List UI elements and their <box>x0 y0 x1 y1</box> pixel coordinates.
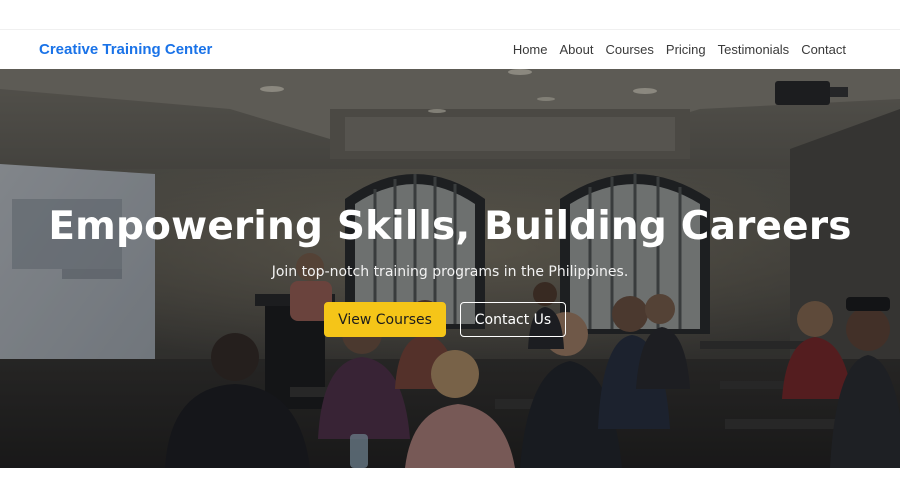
nav-link-courses[interactable]: Courses <box>605 42 653 57</box>
hero-section: Empowering Skills, Building Careers Join… <box>0 69 900 468</box>
nav-link-about[interactable]: About <box>560 42 594 57</box>
top-strip <box>0 0 900 30</box>
hero-title: Empowering Skills, Building Careers <box>48 204 852 249</box>
contact-us-button[interactable]: Contact Us <box>460 302 566 337</box>
hero-subtitle: Join top-notch training programs in the … <box>271 264 629 280</box>
nav-link-pricing[interactable]: Pricing <box>666 42 706 57</box>
nav-link-contact[interactable]: Contact <box>801 42 846 57</box>
brand-logo[interactable]: Creative Training Center <box>39 41 212 58</box>
navbar: Creative Training Center Home About Cour… <box>0 30 900 69</box>
nav-link-testimonials[interactable]: Testimonials <box>718 42 790 57</box>
hero-content: Empowering Skills, Building Careers Join… <box>0 69 900 468</box>
bottom-strip <box>0 468 900 500</box>
nav-links: Home About Courses Pricing Testimonials … <box>513 42 846 57</box>
nav-link-home[interactable]: Home <box>513 42 548 57</box>
view-courses-button[interactable]: View Courses <box>324 302 446 337</box>
